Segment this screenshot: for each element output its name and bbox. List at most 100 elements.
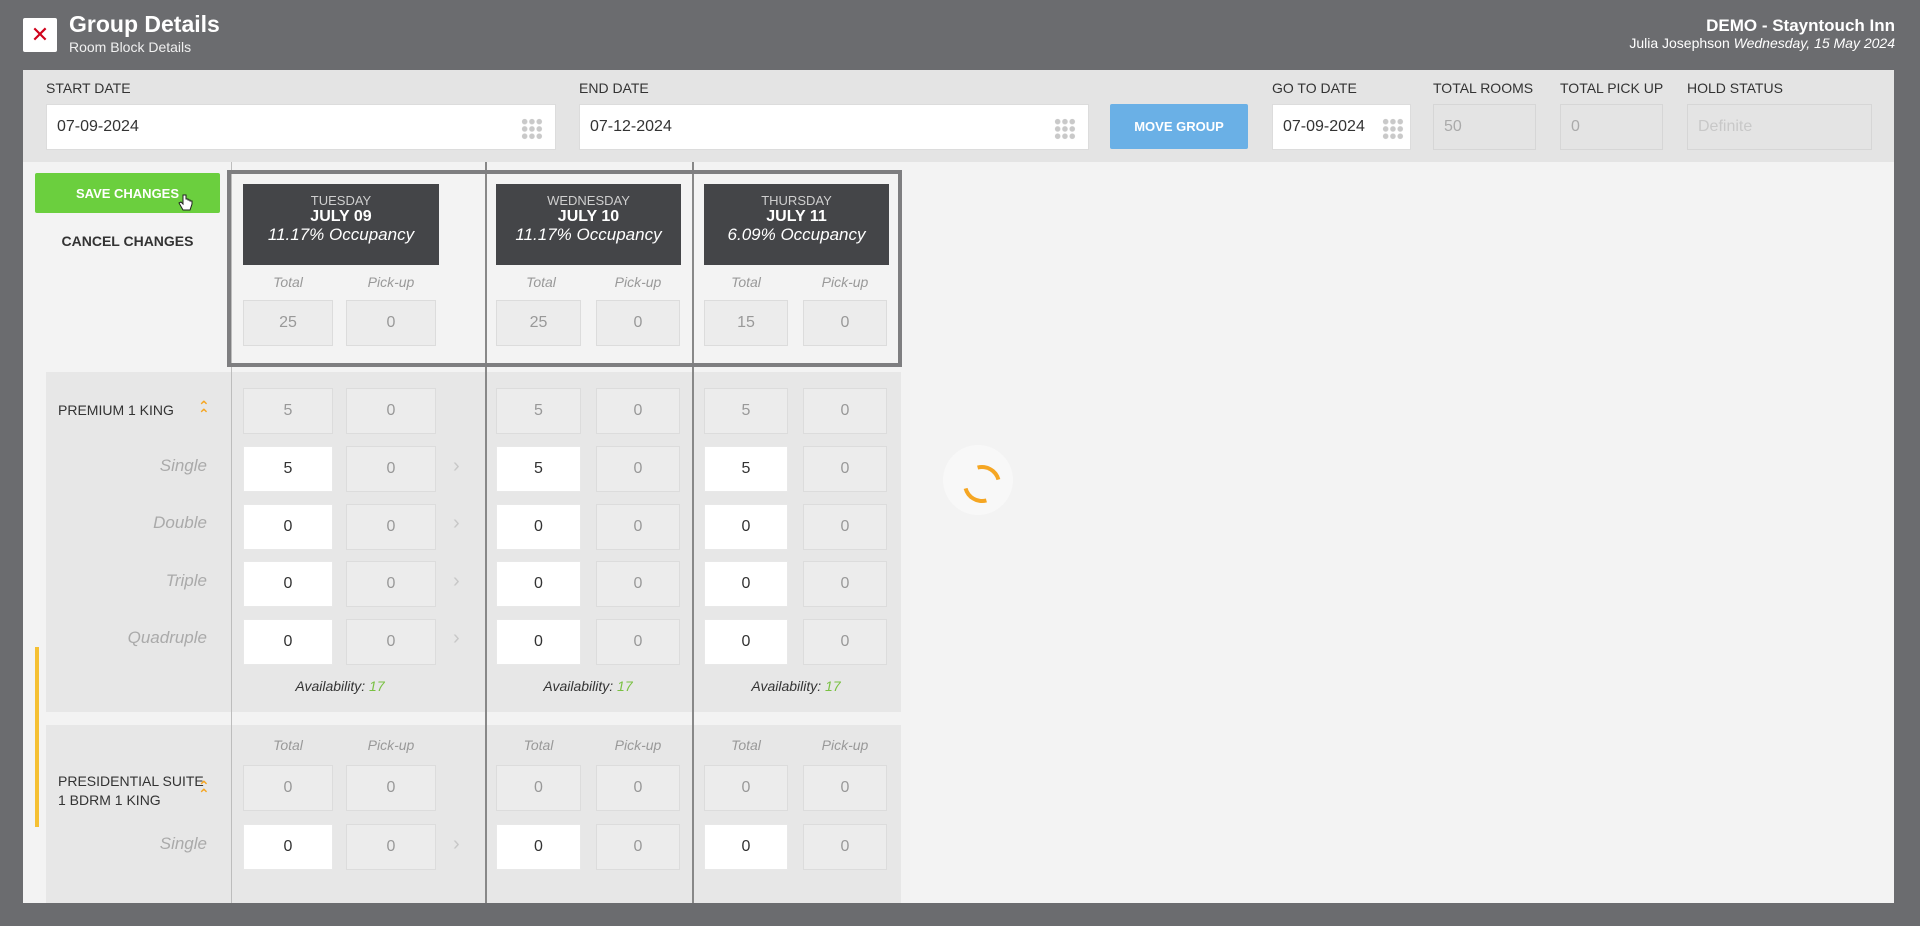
room-total-field: 5	[243, 388, 333, 434]
room-pickup-field: 0	[346, 765, 436, 811]
room-total-field: 5	[496, 388, 581, 434]
calendar-icon[interactable]	[1382, 118, 1404, 140]
end-date-input[interactable]: 07-12-2024	[579, 104, 1089, 150]
occupancy-input[interactable]: 0	[243, 504, 333, 550]
occupancy-pickup: 0	[346, 504, 436, 550]
availability-text: Availability: 17	[508, 678, 668, 694]
total-column-header: Total	[523, 737, 554, 753]
pickup-column-header: Pick-up	[821, 737, 869, 753]
start-date-input[interactable]: 07-09-2024	[46, 104, 556, 150]
pickup-column-header: Pick-up	[367, 737, 415, 753]
room-total-field: 0	[704, 765, 788, 811]
room-type-name: PRESIDENTIAL SUITE 1 BDRM 1 KING	[58, 772, 204, 810]
occupancy-input[interactable]: 0	[704, 561, 788, 607]
room-pickup-field: 0	[803, 765, 887, 811]
hold-status-field: Definite	[1687, 104, 1872, 150]
cancel-changes-button[interactable]: CANCEL CHANGES	[35, 233, 220, 249]
occupancy-label: Double	[153, 513, 207, 532]
occupancy-input[interactable]: 0	[496, 619, 581, 665]
occupancy-pickup: 0	[803, 504, 887, 550]
end-date-label: END DATE	[579, 80, 649, 96]
hold-status-label: HOLD STATUS	[1687, 80, 1783, 96]
occupancy-input[interactable]: 0	[704, 824, 788, 870]
occupancy-input[interactable]: 0	[243, 561, 333, 607]
page-subtitle: Room Block Details	[69, 39, 192, 55]
occupancy-pickup: 0	[346, 824, 436, 870]
go-to-date-value: 07-09-2024	[1283, 118, 1365, 135]
occupancy-input[interactable]: 5	[496, 446, 581, 492]
selection-indicator	[35, 647, 39, 827]
occupancy-pickup: 0	[803, 561, 887, 607]
occupancy-pickup: 0	[346, 446, 436, 492]
occupancy-label: Quadruple	[127, 628, 207, 647]
current-date: Wednesday, 15 May 2024	[1733, 35, 1895, 51]
occupancy-label: Single	[159, 834, 207, 853]
availability-value: 17	[369, 678, 385, 694]
hand-cursor-icon	[178, 194, 193, 211]
filter-bar: START DATE 07-09-2024 END DATE 07-12-202…	[23, 70, 1894, 162]
user-name: Julia Josephson	[1629, 35, 1730, 51]
occupancy-pickup: 0	[803, 824, 887, 870]
room-total-field: 0	[496, 765, 581, 811]
occupancy-input[interactable]: 0	[704, 504, 788, 550]
occupancy-input[interactable]: 0	[496, 824, 581, 870]
occupancy-label: Single	[159, 456, 207, 475]
occupancy-input[interactable]: 5	[243, 446, 333, 492]
date-header-frame	[227, 170, 902, 367]
room-type-name-line2: 1 BDRM 1 KING	[58, 792, 161, 808]
close-icon: ✕	[30, 22, 50, 47]
chevron-up-icon[interactable]: ⌃ ⌃	[198, 779, 214, 801]
occupancy-pickup: 0	[596, 504, 680, 550]
total-rooms-field: 50	[1433, 104, 1536, 150]
start-date-label: START DATE	[46, 80, 131, 96]
occupancy-pickup: 0	[596, 446, 680, 492]
hotel-name: DEMO - Stayntouch Inn	[1706, 16, 1895, 35]
close-button[interactable]: ✕	[23, 18, 57, 52]
availability-text: Availability: 17	[716, 678, 876, 694]
occupancy-label: Triple	[165, 571, 207, 590]
availability-label: Availability:	[295, 678, 366, 694]
room-pickup-field: 0	[596, 388, 680, 434]
total-column-header: Total	[273, 737, 303, 753]
availability-label: Availability:	[751, 678, 822, 694]
occupancy-input[interactable]: 0	[704, 619, 788, 665]
occupancy-input[interactable]: 5	[704, 446, 788, 492]
calendar-icon[interactable]	[1054, 118, 1076, 140]
move-group-button[interactable]: MOVE GROUP	[1110, 104, 1248, 149]
chevron-up-icon[interactable]: ⌃ ⌃	[198, 399, 214, 421]
total-pickup-label: TOTAL PICK UP	[1560, 80, 1664, 96]
occupancy-pickup: 0	[803, 619, 887, 665]
occupancy-input[interactable]: 0	[243, 619, 333, 665]
loading-spinner-icon	[943, 445, 1013, 515]
go-to-date-input[interactable]: 07-09-2024	[1272, 104, 1411, 150]
room-type-name: PREMIUM 1 KING	[58, 402, 174, 418]
chevron-right-icon[interactable]: ›	[453, 627, 460, 650]
total-rooms-label: TOTAL ROOMS	[1433, 80, 1534, 96]
chevron-right-icon[interactable]: ›	[453, 512, 460, 535]
occupancy-input[interactable]: 0	[243, 824, 333, 870]
occupancy-pickup: 0	[596, 619, 680, 665]
room-total-field: 0	[243, 765, 333, 811]
user-info: Julia Josephson Wednesday, 15 May 2024	[1629, 35, 1895, 51]
room-pickup-field: 0	[803, 388, 887, 434]
availability-text: Availability: 17	[260, 678, 420, 694]
total-pickup-field: 0	[1560, 104, 1663, 150]
room-block-panel: START DATE 07-09-2024 END DATE 07-12-202…	[23, 70, 1894, 903]
occupancy-pickup: 0	[346, 561, 436, 607]
occupancy-input[interactable]: 0	[496, 561, 581, 607]
calendar-icon[interactable]	[521, 118, 543, 140]
chevron-right-icon[interactable]: ›	[453, 455, 460, 478]
room-type-name-line1: PRESIDENTIAL SUITE	[58, 773, 204, 789]
chevron-right-icon[interactable]: ›	[453, 833, 460, 856]
availability-value: 17	[617, 678, 633, 694]
start-date-value: 07-09-2024	[57, 118, 139, 135]
total-column-header: Total	[731, 737, 761, 753]
end-date-value: 07-12-2024	[590, 118, 672, 135]
availability-value: 17	[825, 678, 841, 694]
availability-label: Availability:	[543, 678, 614, 694]
occupancy-input[interactable]: 0	[496, 504, 581, 550]
room-pickup-field: 0	[596, 765, 680, 811]
occupancy-pickup: 0	[596, 824, 680, 870]
page-title: Group Details	[69, 11, 220, 37]
chevron-right-icon[interactable]: ›	[453, 570, 460, 593]
